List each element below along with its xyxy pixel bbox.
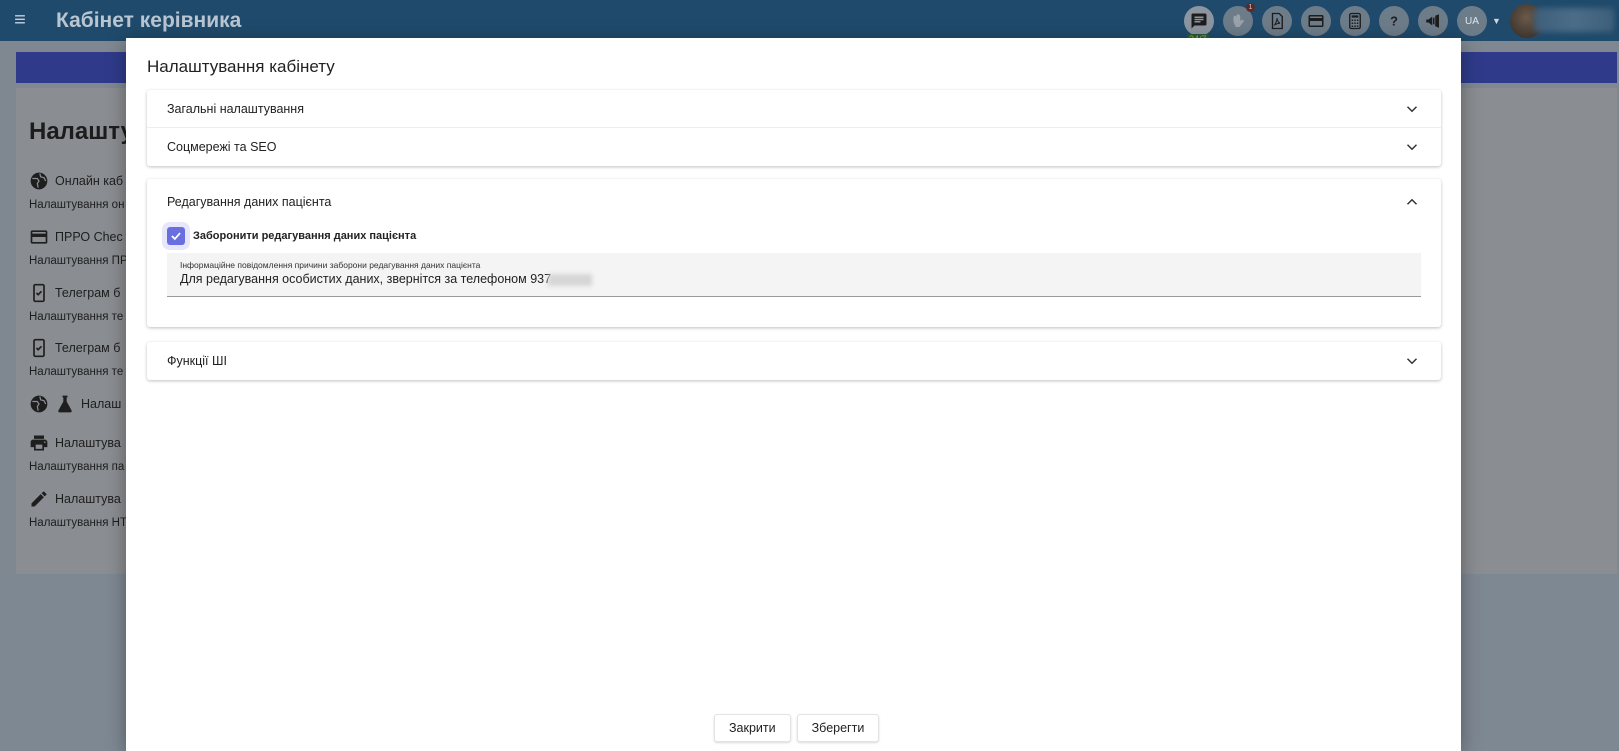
pencil-icon — [31, 491, 47, 507]
user-name-blurred — [1534, 8, 1614, 32]
reason-message-label: Інформаційне повідомлення причини заборо… — [180, 260, 481, 270]
bg-item-label: Налаштува — [55, 492, 121, 506]
dialog-title: Налаштування кабінету — [147, 57, 335, 76]
announcements-button[interactable] — [1418, 6, 1448, 36]
calculator-button[interactable] — [1340, 6, 1370, 36]
pdf-icon — [1271, 12, 1283, 30]
panel-social-label: Соцмережі та SEO — [167, 140, 277, 154]
bg-item-sub: Налаштування па — [29, 461, 125, 473]
phone-blurred — [548, 273, 593, 286]
printer-icon — [30, 435, 48, 451]
panel-general-header[interactable]: Загальні налаштування — [147, 90, 1441, 128]
close-button[interactable]: Закрити — [714, 714, 791, 742]
chat-icon — [1191, 13, 1207, 29]
bg-item-label: Налаштува — [55, 436, 121, 450]
hamburger-menu-icon[interactable]: ≡ — [0, 9, 40, 32]
panel-ai: Функції ШІ — [147, 342, 1441, 380]
save-button[interactable]: Зберегти — [796, 714, 880, 742]
language-selector[interactable]: UA — [1457, 6, 1487, 36]
toolbar-icons: 24/7 1 ? UA ▼ — [1184, 3, 1544, 44]
bg-item-prro[interactable]: ПРРО Chec Налаштування ПР — [29, 227, 128, 267]
chevron-down-icon — [1403, 100, 1421, 118]
dialog-actions: Закрити Зберегти — [714, 714, 880, 742]
question-icon: ? — [1390, 14, 1398, 29]
caret-down-icon: ▼ — [1492, 16, 1501, 26]
forbid-edit-checkbox-row[interactable]: Заборонити редагування даних пацієнта — [167, 225, 1421, 247]
svg-text:?: ? — [1390, 14, 1398, 29]
chat-button[interactable]: 24/7 — [1184, 6, 1214, 44]
panel-patient: Редагування даних пацієнта Заборонити ре… — [147, 179, 1441, 327]
chevron-down-icon — [1403, 138, 1421, 156]
bg-item-label: Телеграм б — [55, 341, 121, 355]
globe-icon — [30, 395, 48, 413]
bg-item-label: Налаш — [81, 397, 122, 411]
bg-item-label: ПРРО Chec — [55, 230, 123, 244]
calculator-icon — [1349, 12, 1361, 30]
reason-message-field[interactable]: Інформаційне повідомлення причини заборо… — [167, 253, 1421, 297]
panel-patient-header[interactable]: Редагування даних пацієнта — [147, 179, 1441, 225]
bg-item-label: Телеграм б — [55, 286, 121, 300]
checkmark-icon — [171, 232, 181, 241]
help-button[interactable]: ? — [1379, 6, 1409, 36]
bg-item-sub: Налаштування он — [29, 199, 125, 211]
panel-general-label: Загальні налаштування — [167, 101, 304, 116]
bg-item-edit[interactable]: Налаштува Налаштування НТ — [29, 489, 127, 529]
card-button[interactable] — [1301, 6, 1331, 36]
panel-ai-header[interactable]: Функції ШІ — [147, 342, 1441, 380]
collapsed-panels-group: Загальні налаштування Соцмережі та SEO — [147, 90, 1441, 166]
forbid-edit-checkbox-label: Заборонити редагування даних пацієнта — [193, 230, 417, 242]
bg-item-lab[interactable]: Налаш — [29, 394, 121, 414]
phone-check-icon — [33, 338, 45, 358]
chevron-down-icon — [1403, 352, 1421, 370]
panel-social-header[interactable]: Соцмережі та SEO — [147, 128, 1441, 166]
bg-item-sub: Налаштування те — [29, 311, 124, 323]
bg-item-print[interactable]: Налаштува Налаштування па — [29, 433, 124, 473]
pdf-button[interactable] — [1262, 6, 1292, 36]
top-bar: ≡ Кабінет керівника 24/7 1 ? UA ▼ — [0, 0, 1619, 44]
analytics-button[interactable]: 1 — [1223, 3, 1255, 36]
bg-item-sub: Налаштування те — [29, 366, 124, 378]
bg-item-telegram-2[interactable]: Телеграм б Налаштування те — [29, 338, 123, 378]
chevron-up-icon — [1403, 193, 1421, 211]
panel-ai-label: Функції ШІ — [167, 354, 227, 368]
hand-icon — [1233, 14, 1244, 27]
panel-patient-body: Заборонити редагування даних пацієнта Ін… — [147, 225, 1441, 321]
panel-patient-label: Редагування даних пацієнта — [167, 195, 332, 209]
globe-icon — [30, 172, 48, 190]
phone-check-icon — [33, 283, 45, 303]
bg-item-sub: Налаштування НТ — [29, 517, 128, 529]
settings-dialog: Налаштування кабінету Загальні налаштува… — [126, 38, 1461, 751]
megaphone-icon — [1426, 14, 1439, 28]
bg-item-label: Онлайн каб — [55, 174, 124, 188]
bg-item-sub: Налаштування ПР — [29, 255, 128, 267]
app-title: Кабінет керівника — [56, 8, 242, 32]
reason-message-value: Для редагування особистих даних, зверніт… — [180, 272, 552, 286]
forbid-edit-checkbox[interactable] — [167, 227, 185, 245]
credit-card-icon — [1308, 15, 1324, 27]
reason-message-input[interactable]: Для редагування особистих даних, зверніт… — [180, 272, 1408, 286]
notification-badge: 1 — [1246, 3, 1255, 12]
flask-icon — [58, 395, 72, 413]
bg-item-telegram-1[interactable]: Телеграм б Налаштування те — [29, 283, 123, 323]
bg-item-online[interactable]: Онлайн каб Налаштування он — [29, 171, 124, 211]
settings-page-title: Налашту — [29, 118, 134, 145]
credit-card-icon — [30, 230, 48, 244]
